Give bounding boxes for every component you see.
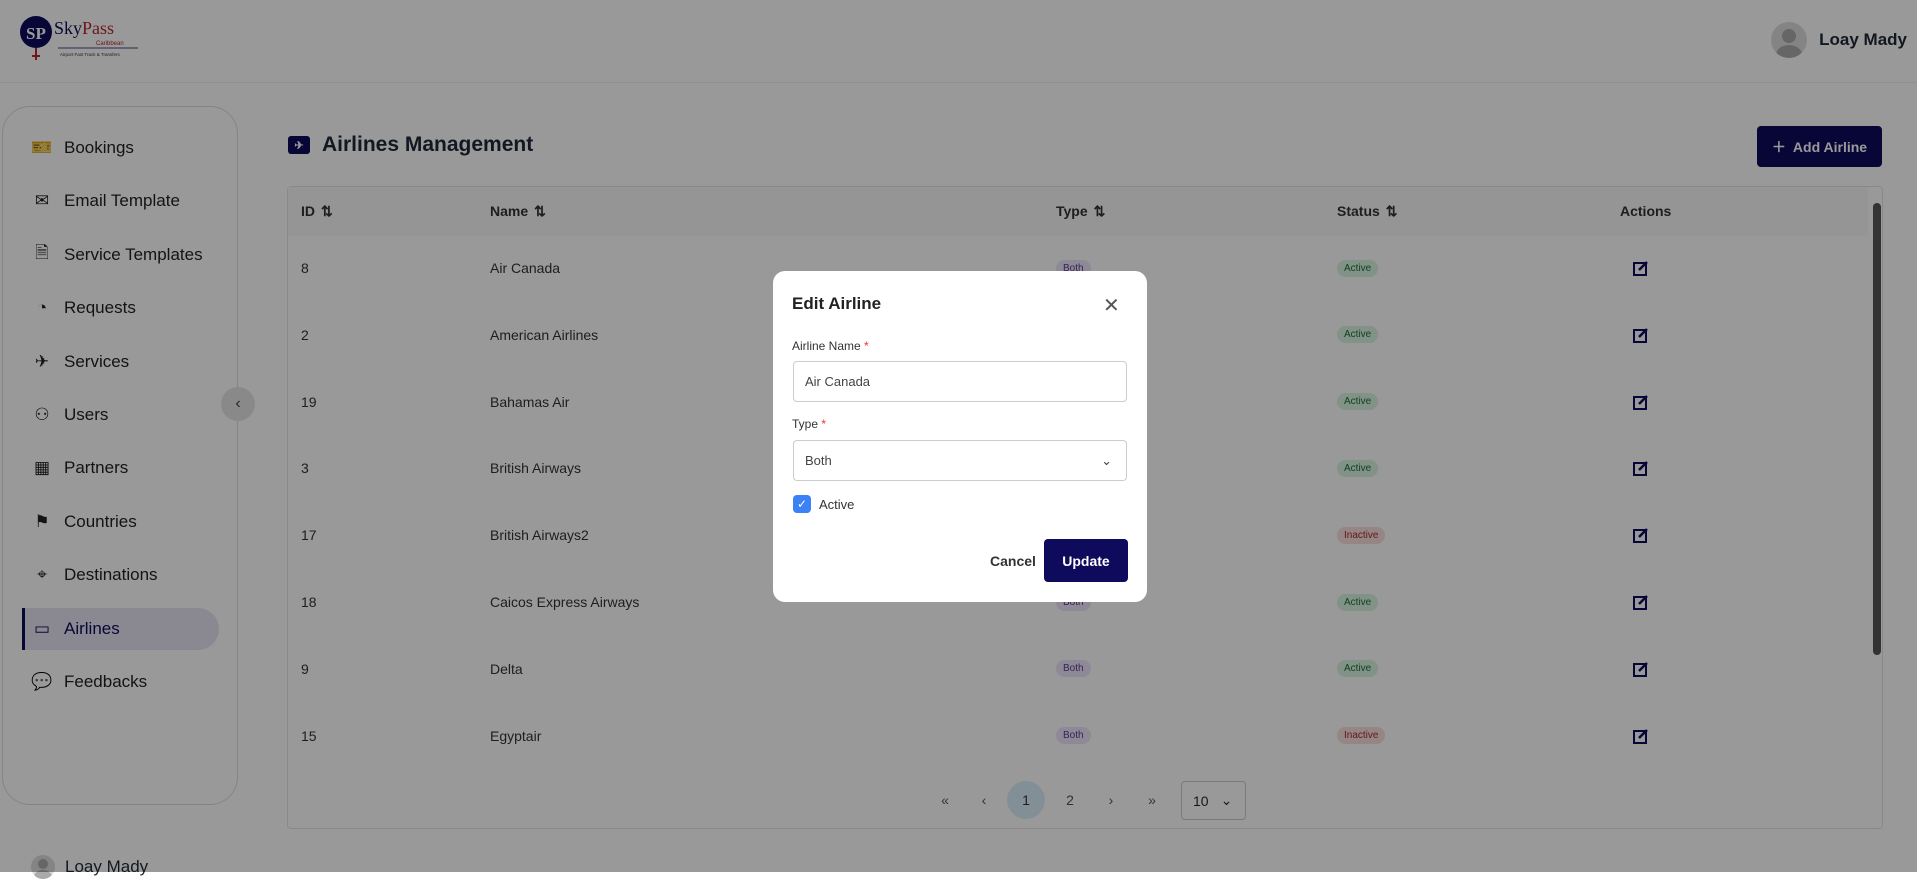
modal-title: Edit Airline: [792, 294, 882, 313]
type-value: Both: [805, 453, 832, 468]
cancel-button[interactable]: Cancel: [973, 539, 1053, 582]
type-label: Type *: [792, 417, 827, 431]
active-checkbox[interactable]: ✓ Active: [793, 495, 854, 513]
chevron-down-icon: ⌄: [1101, 452, 1112, 468]
update-button[interactable]: Update: [1044, 539, 1128, 582]
active-label: Active: [819, 496, 855, 512]
type-select[interactable]: Both ⌄: [793, 440, 1127, 481]
edit-airline-modal: Edit Airline ✕ Airline Name * Air Canada…: [773, 271, 1147, 602]
close-icon[interactable]: ✕: [1103, 293, 1120, 318]
airline-name-input[interactable]: Air Canada: [793, 361, 1127, 402]
airline-name-label: Airline Name *: [792, 339, 869, 353]
check-icon: ✓: [793, 495, 811, 513]
